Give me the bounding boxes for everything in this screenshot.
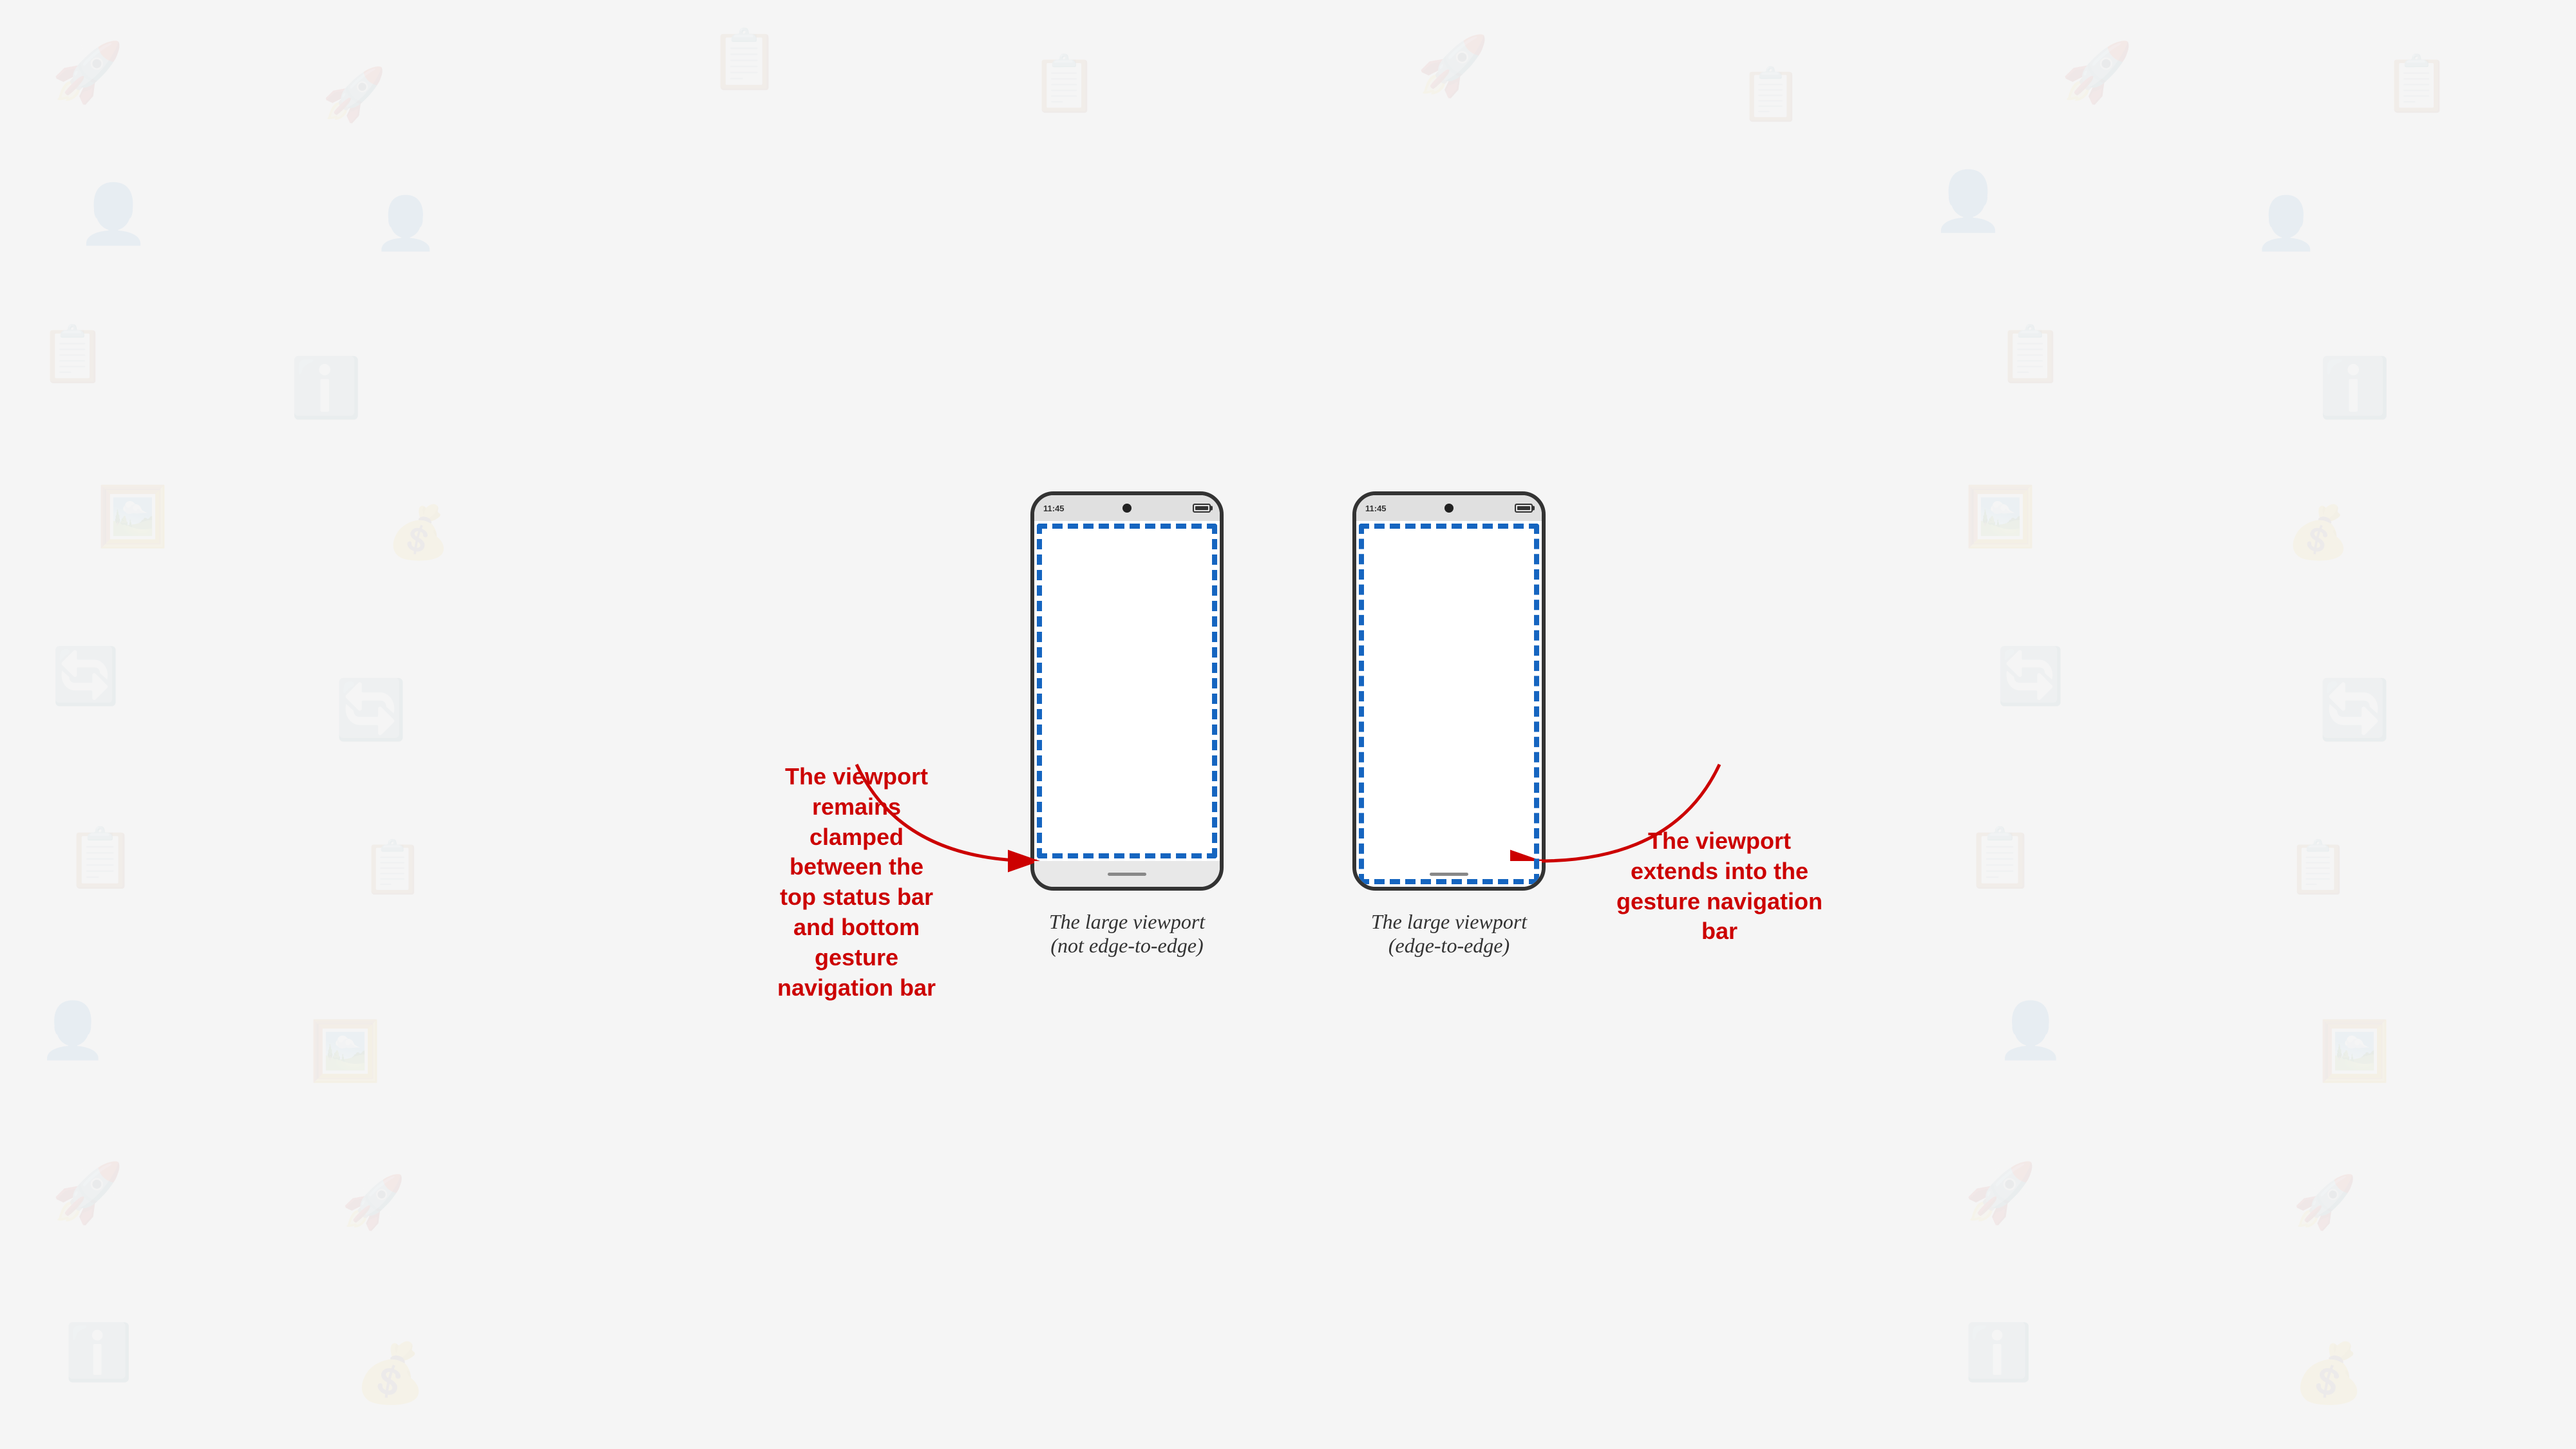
status-bar-edge: 11:45 [1356,495,1542,521]
time-edge: 11:45 [1365,504,1387,513]
phone-label-not-edge: The large viewport (not edge-to-edge) [1049,910,1205,958]
battery-fill-edge [1517,506,1530,510]
phone-edge: 11:45 The large viewport (edge-t [1352,491,1546,958]
phones-row: The viewportremainsclampedbetween thetop… [580,491,1996,958]
phone-frame-edge: 11:45 [1352,491,1546,891]
phone-not-edge: 11:45 The large viewport (not ed [1030,491,1224,958]
gesture-line-not-edge [1108,873,1146,876]
arrow-left [850,758,1043,874]
time-not-edge: 11:45 [1043,504,1065,513]
battery-not-edge [1193,504,1211,513]
camera-edge [1444,504,1454,513]
main-content: The viewportremainsclampedbetween thetop… [0,0,2576,1449]
phone-frame-not-edge: 11:45 [1030,491,1224,891]
status-bar-not-edge: 11:45 [1034,495,1220,521]
camera-not-edge [1122,504,1132,513]
phone-label-edge: The large viewport (edge-to-edge) [1371,910,1527,958]
battery-fill [1195,506,1208,510]
annotation-right: The viewportextends into thegesture navi… [1584,826,1855,947]
dashed-border-edge [1359,524,1539,884]
battery-edge [1515,504,1533,513]
dashed-border-not-edge [1037,524,1217,858]
bottom-nav-not-edge [1034,861,1220,887]
